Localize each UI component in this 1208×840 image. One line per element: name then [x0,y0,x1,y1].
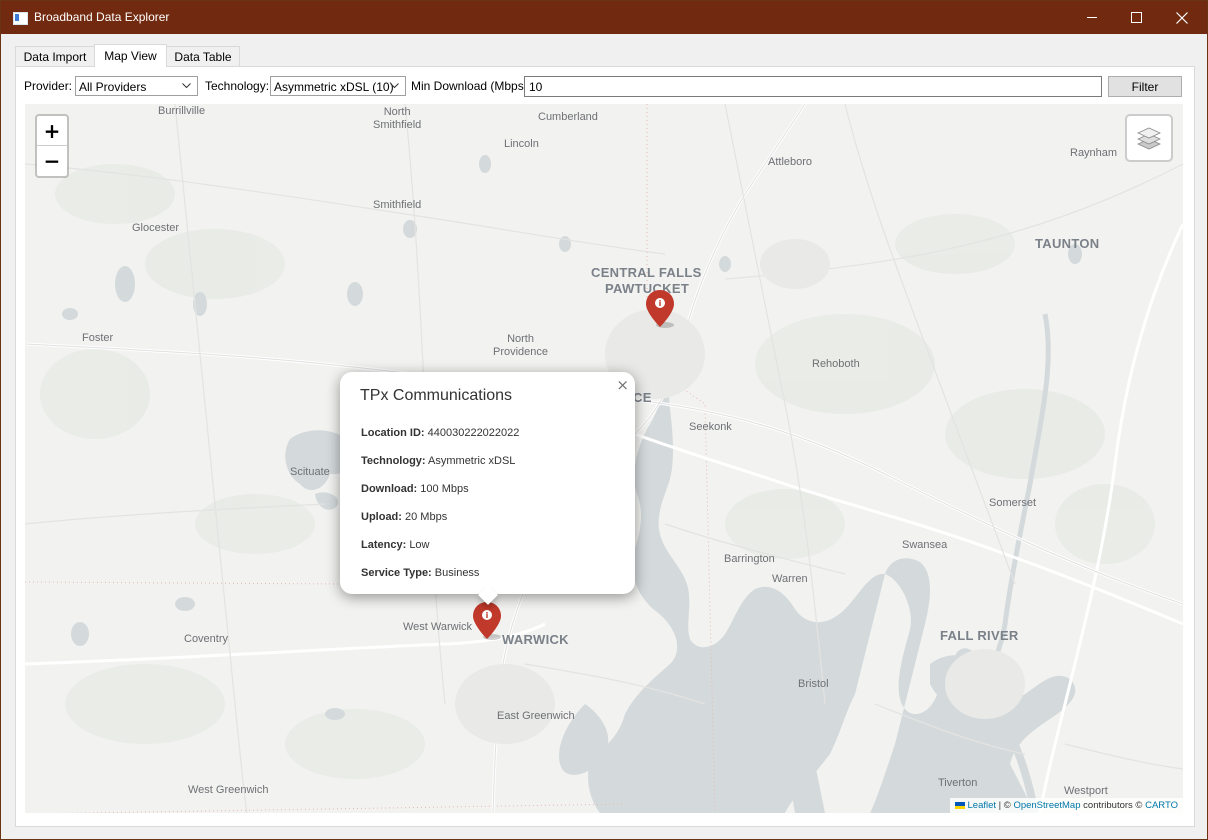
zoom-out-button[interactable]: − [37,146,67,176]
place-label: WARWICK [502,632,569,647]
maximize-icon [1130,12,1142,23]
map-marker-warwick[interactable]: i [472,601,502,641]
popup-field-value: Business [434,567,480,579]
app-window: Broadband Data Explorer Data Import Map … [0,0,1208,840]
place-label: Bristol [798,678,829,690]
place-label: Rehoboth [812,358,860,370]
place-label: Westport [1064,785,1108,797]
popup-field-label: Latency: [361,539,407,551]
chevron-down-icon [182,83,191,89]
provider-combo-value: All Providers [79,80,147,94]
tab-data-import[interactable]: Data Import [15,46,95,66]
popup-close-button[interactable]: × [616,376,629,394]
technology-combo-value: Asymmetric xDSL (10) [274,80,394,94]
popup-row-latency: Latency: Low [361,539,430,551]
place-label: Swansea [902,539,948,551]
popup-field-label: Upload: [361,511,402,523]
place-label: Attleboro [768,156,813,168]
place-label: North Providence [493,333,549,358]
place-label: CE [633,390,652,405]
technology-label: Technology: [205,79,270,93]
place-label: Lincoln [504,138,539,150]
layers-icon [1137,127,1161,150]
place-label: FALL RIVER [940,628,1019,643]
place-label: Cumberland [538,111,598,123]
popup-field-value: Low [409,539,430,551]
place-label: Burrillville [158,105,206,117]
minimize-icon [1086,17,1097,18]
location-popup: × TPx Communications Location ID: 440030… [340,372,635,605]
place-label: Warren [772,573,808,585]
close-button[interactable] [1159,1,1205,34]
map-marker-pawtucket[interactable]: i [645,289,675,329]
place-label: Tiverton [938,777,978,789]
zoom-in-button[interactable]: + [37,116,67,146]
svg-text:i: i [659,299,662,308]
popup-field-label: Location ID: [361,427,425,439]
minimize-button[interactable] [1069,1,1115,34]
popup-field-label: Download: [361,483,418,495]
technology-combo[interactable]: Asymmetric xDSL (10) [270,76,406,96]
popup-field-label: Technology: [361,455,426,467]
popup-row-upload: Upload: 20 Mbps [361,511,447,523]
place-label: Raynham [1070,147,1118,159]
min-download-label: Min Download (Mbps): [411,79,532,93]
popup-row-service-type: Service Type: Business [361,567,479,579]
chevron-down-icon [390,83,399,89]
popup-field-label: Service Type: [361,567,432,579]
popup-title: TPx Communications [360,387,513,404]
provider-combo[interactable]: All Providers [75,76,198,96]
filter-button[interactable]: Filter [1108,76,1182,97]
place-label: West Warwick [403,621,473,633]
popup-field-value: 440030222022022 [427,427,520,439]
popup-field-value: 20 Mbps [405,511,448,523]
popup-row-location-id: Location ID: 440030222022022 [361,427,519,439]
app-icon [13,12,28,25]
window-title: Broadband Data Explorer [34,10,170,24]
place-label: North Smithfield [373,106,422,131]
tab-map-view[interactable]: Map View [94,44,167,67]
tab-bar: Data Import Map View Data Table [15,44,1193,67]
close-icon [1176,11,1188,24]
place-label: Somerset [989,497,1037,509]
layers-button[interactable] [1125,114,1173,162]
title-bar[interactable]: Broadband Data Explorer [1,1,1207,34]
place-label: CENTRAL FALLS [591,265,702,280]
popup-field-value: Asymmetric xDSL [428,455,516,467]
openstreetmap-link[interactable]: OpenStreetMap [1013,800,1080,811]
map-attribution: Leaflet | © OpenStreetMap contributors ©… [949,798,1183,813]
popup-row-technology: Technology: Asymmetric xDSL [361,455,515,467]
place-label: Smithfield [373,199,422,211]
place-label: East Greenwich [497,710,575,722]
popup-field-value: 100 Mbps [420,483,469,495]
min-download-input[interactable]: 10 [524,76,1102,97]
ukraine-flag-icon [954,802,965,809]
place-label: Seekonk [689,421,732,433]
place-label: West Greenwich [188,784,269,796]
popup-row-download: Download: 100 Mbps [361,483,469,495]
place-label: Barrington [724,553,775,565]
map-canvas[interactable]: Burrillville North Smithfield Cumberland… [25,104,1183,813]
tab-data-table[interactable]: Data Table [166,46,240,66]
carto-link[interactable]: CARTO [1145,800,1178,811]
attribution-contributors: contributors © [1080,800,1146,811]
place-label: TAUNTON [1035,236,1100,251]
provider-label: Provider: [24,79,73,93]
place-label: Coventry [184,633,229,645]
zoom-control: + − [35,114,69,178]
place-label: Glocester [132,222,180,234]
leaflet-link[interactable]: Leaflet [968,800,997,811]
svg-text:i: i [486,611,489,620]
maximize-button[interactable] [1113,1,1159,34]
place-label: Scituate [290,466,330,478]
attribution-separator: | © [996,800,1014,811]
place-label: Foster [82,332,114,344]
